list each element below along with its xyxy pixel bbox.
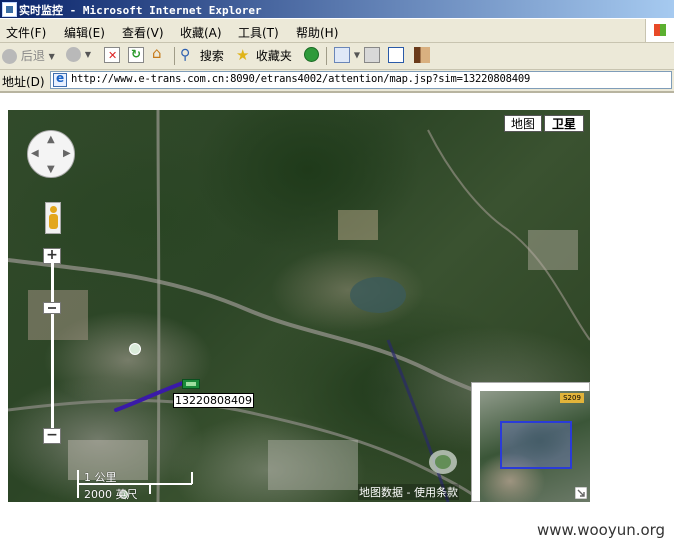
search-icon: ⚲ [180, 46, 191, 63]
toolbar: 后退 ▼ ▼ ✕ ↻ ⌂ ⚲ 搜索 ★ 收藏夹 ▼ [0, 43, 674, 70]
zoom-slider-handle[interactable] [43, 302, 61, 314]
forward-button[interactable]: ▼ [66, 47, 91, 65]
address-bar: 地址(D) http://www.e-trans.com.cn:8090/etr… [0, 70, 674, 93]
toolbar-separator [174, 47, 175, 65]
forward-arrow-icon [66, 47, 81, 62]
pan-left-icon[interactable]: ◀ [31, 148, 39, 159]
address-input[interactable]: http://www.e-trans.com.cn:8090/etrans400… [50, 71, 672, 89]
menu-favorites[interactable]: 收藏(A) [180, 24, 222, 41]
menu-edit[interactable]: 编辑(E) [64, 24, 105, 41]
home-button[interactable]: ⌂ [152, 44, 168, 65]
pan-up-icon[interactable]: ▲ [47, 134, 55, 145]
address-label: 地址(D) [2, 75, 45, 89]
address-url[interactable]: http://www.e-trans.com.cn:8090/etrans400… [71, 73, 530, 85]
favorites-label: 收藏夹 [255, 49, 292, 63]
home-icon: ⌂ [152, 44, 162, 62]
mail-icon [334, 47, 350, 63]
toolbar-separator [326, 47, 327, 65]
street-view-pegman-icon[interactable] [45, 202, 61, 234]
scale-metric-label: 1 公里 [84, 471, 117, 484]
overview-map[interactable]: S209 [471, 382, 590, 502]
star-icon: ★ [236, 45, 250, 64]
scale-imperial-label: 2000 英尺 [84, 488, 138, 501]
menu-file[interactable]: 文件(F) [6, 24, 46, 41]
pan-control[interactable]: ▲ ▼ ◀ ▶ [27, 130, 75, 178]
pan-right-icon[interactable]: ▶ [63, 148, 71, 159]
overview-toggle-icon[interactable] [575, 487, 587, 499]
pan-down-icon[interactable]: ▼ [47, 164, 55, 175]
vehicle-label[interactable]: 13220808409 [173, 393, 254, 408]
menu-tools[interactable]: 工具(T) [238, 24, 279, 41]
ie-window-icon [2, 2, 17, 17]
discuss-icon [414, 47, 430, 63]
zoom-out-button[interactable]: − [43, 428, 61, 444]
history-icon [304, 47, 319, 62]
chevron-down-icon: ▼ [353, 50, 360, 60]
back-arrow-icon [2, 49, 17, 64]
overview-imagery: S209 [480, 391, 590, 502]
refresh-button[interactable]: ↻ [128, 47, 144, 65]
menu-view[interactable]: 查看(V) [122, 24, 164, 41]
poi-marker-icon[interactable] [129, 343, 141, 355]
chevron-down-icon: ▼ [48, 52, 55, 61]
refresh-icon: ↻ [128, 47, 144, 63]
menu-help[interactable]: 帮助(H) [296, 24, 338, 41]
watermark-text: www.wooyun.org [537, 521, 666, 539]
history-button[interactable] [304, 47, 319, 65]
print-icon [364, 47, 380, 63]
search-button[interactable]: ⚲ 搜索 [180, 47, 224, 65]
mail-button[interactable]: ▼ [334, 47, 360, 65]
stop-button[interactable]: ✕ [104, 47, 120, 65]
window-title: 实时监控 - Microsoft Internet Explorer [19, 4, 262, 17]
favorites-button[interactable]: ★ 收藏夹 [236, 45, 292, 65]
satellite-map[interactable]: 地图 卫星 ▲ ▼ ◀ ▶ + − 13220808409 1 公里 2000 … [8, 110, 590, 502]
map-type-satellite-button[interactable]: 卫星 [544, 115, 584, 132]
search-label: 搜索 [199, 49, 224, 63]
windows-logo-icon [645, 19, 674, 42]
map-copyright[interactable]: 地图数据 - 使用条款 [358, 484, 459, 500]
map-type-map-button[interactable]: 地图 [504, 115, 542, 132]
menu-bar: 文件(F) 编辑(E) 查看(V) 收藏(A) 工具(T) 帮助(H) [0, 19, 674, 43]
overview-viewport[interactable] [500, 421, 572, 469]
title-bar: 实时监控 - Microsoft Internet Explorer [0, 0, 674, 18]
highway-badge: S209 [560, 393, 584, 403]
chevron-down-icon: ▼ [84, 50, 91, 59]
back-button[interactable]: 后退 ▼ [2, 47, 55, 65]
back-label: 后退 [20, 49, 45, 63]
stop-icon: ✕ [104, 47, 120, 63]
edit-icon [388, 47, 404, 63]
edit-button[interactable] [388, 47, 404, 65]
vehicle-marker-icon[interactable] [182, 379, 200, 389]
page-icon [53, 71, 67, 87]
discuss-button[interactable] [414, 47, 430, 65]
zoom-slider-track[interactable] [51, 262, 54, 428]
print-button[interactable] [364, 47, 380, 65]
